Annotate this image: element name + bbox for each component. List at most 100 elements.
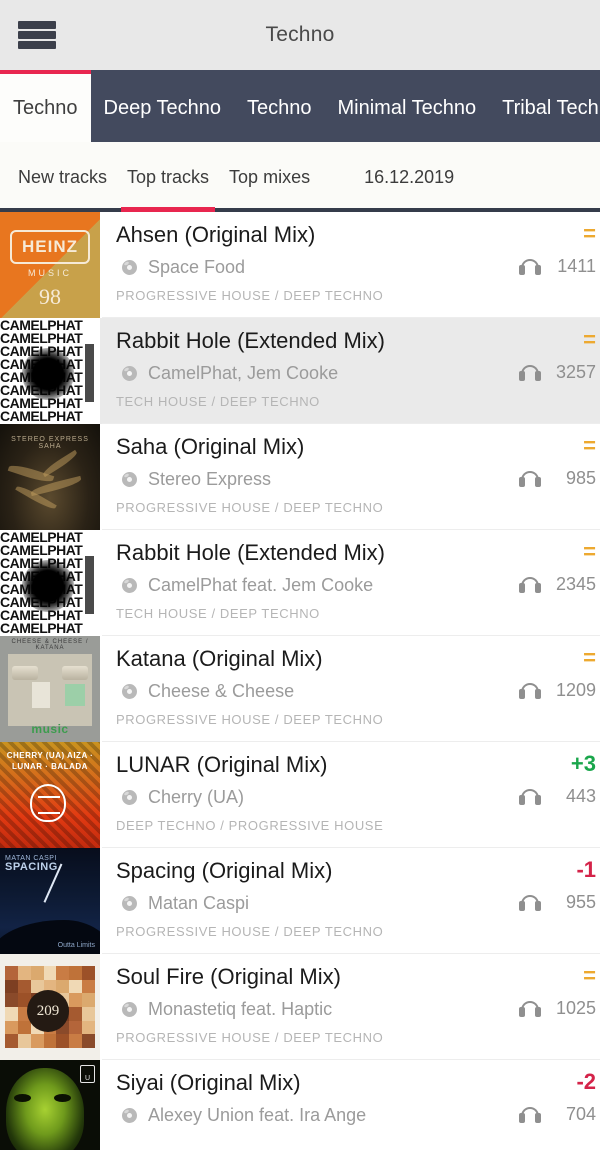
track-info: Soul Fire (Original Mix) Monastetiq feat… xyxy=(100,954,492,1060)
album-art-saha[interactable]: STEREO EXPRESS SAHA xyxy=(0,424,100,530)
album-art-camelphat[interactable]: CAMELPHAT CAMELPHAT CAMELPHAT CAMELPHAT … xyxy=(0,318,100,424)
track-info: Spacing (Original Mix) Matan Caspi PROGR… xyxy=(100,848,492,954)
track-artist[interactable]: Alexey Union feat. Ira Ange xyxy=(148,1105,366,1126)
play-count: 985 xyxy=(565,468,596,488)
track-title[interactable]: Ahsen (Original Mix) xyxy=(116,220,492,250)
subnav-new-tracks[interactable]: New tracks xyxy=(8,142,117,212)
album-art-lunar[interactable]: CHERRY (UA) AIZA · LUNAR · BALADA xyxy=(0,742,100,848)
track-row[interactable]: CAMELPHAT CAMELPHAT CAMELPHAT CAMELPHAT … xyxy=(0,318,600,424)
vinyl-disc-icon xyxy=(122,1001,137,1017)
track-title[interactable]: Soul Fire (Original Mix) xyxy=(116,962,492,992)
vinyl-disc-icon xyxy=(122,365,137,381)
album-art-label-logo: U xyxy=(80,1065,95,1083)
rank-delta-badge: = xyxy=(583,221,596,246)
track-genre: DEEP TECHNO / PROGRESSIVE HOUSE xyxy=(116,818,384,833)
track-title[interactable]: Spacing (Original Mix) xyxy=(116,856,492,886)
track-row[interactable]: 209 Soul Fire (Original Mix) Monastetiq … xyxy=(0,954,600,1060)
track-genre: TECH HOUSE / DEEP TECHNO xyxy=(116,606,320,621)
track-artist-row: Cherry (UA) xyxy=(116,785,492,809)
track-artist[interactable]: Space Food xyxy=(148,257,245,278)
tab-techno[interactable]: Techno xyxy=(234,70,325,142)
headphones-icon xyxy=(519,258,541,275)
tab-deep-techno[interactable]: Deep Techno xyxy=(91,70,235,142)
tab-tribal-techno[interactable]: Tribal Techno xyxy=(489,70,600,142)
track-row[interactable]: CHEESE & CHEESE / KATANA music Katana (O… xyxy=(0,636,600,742)
track-meta: -1 955 xyxy=(492,848,600,954)
track-genre: PROGRESSIVE HOUSE / DEEP TECHNO xyxy=(116,1030,384,1045)
track-list: HEINZ MUSIC 98 Ahsen (Original Mix) Spac… xyxy=(0,212,600,1150)
track-meta: -2 704 xyxy=(492,1060,600,1150)
track-row[interactable]: STEREO EXPRESS SAHA Saha (Original Mix) … xyxy=(0,424,600,530)
track-meta: = 1025 xyxy=(492,954,600,1060)
track-info: Katana (Original Mix) Cheese & Cheese PR… xyxy=(100,636,492,742)
play-count-group: 2345 xyxy=(519,574,596,595)
track-title[interactable]: Saha (Original Mix) xyxy=(116,432,492,462)
vinyl-disc-icon xyxy=(122,683,137,699)
track-artist[interactable]: CamelPhat feat. Jem Cooke xyxy=(148,575,373,596)
track-genre: TECH HOUSE / DEEP TECHNO xyxy=(116,394,320,409)
vinyl-disc-icon xyxy=(122,577,137,593)
track-artist-row: Matan Caspi xyxy=(116,891,492,915)
play-count: 1209 xyxy=(555,680,596,700)
tab-minimal-techno[interactable]: Minimal Techno xyxy=(325,70,490,142)
hamburger-menu-icon[interactable] xyxy=(18,18,58,52)
play-count-group: 443 xyxy=(519,786,596,807)
track-title[interactable]: LUNAR (Original Mix) xyxy=(116,750,492,780)
track-title[interactable]: Katana (Original Mix) xyxy=(116,644,492,674)
album-art-spacing[interactable]: MATAN CASPI SPACING Outta Limits xyxy=(0,848,100,954)
headphones-icon xyxy=(519,1106,541,1123)
track-title[interactable]: Siyai (Original Mix) xyxy=(116,1068,492,1098)
track-row[interactable]: HEINZ MUSIC 98 Ahsen (Original Mix) Spac… xyxy=(0,212,600,318)
track-meta: = 3257 xyxy=(492,318,600,424)
play-count: 955 xyxy=(565,892,596,912)
subnav-top-tracks[interactable]: Top tracks xyxy=(117,142,219,212)
genre-tab-strip[interactable]: Techno Deep Techno Techno Minimal Techno… xyxy=(0,70,600,142)
rank-delta-badge: = xyxy=(583,539,596,564)
play-count: 2345 xyxy=(555,574,596,594)
play-count: 704 xyxy=(565,1104,596,1124)
subnav-top-mixes[interactable]: Top mixes xyxy=(219,142,320,212)
headphones-icon xyxy=(519,470,541,487)
tab-techno-active[interactable]: Techno xyxy=(0,70,91,142)
play-count-group: 955 xyxy=(519,892,596,913)
album-art-katana[interactable]: CHEESE & CHEESE / KATANA music xyxy=(0,636,100,742)
track-meta: = 2345 xyxy=(492,530,600,636)
sub-navigation: New tracks Top tracks Top mixes 16.12.20… xyxy=(0,142,600,212)
album-art-burst xyxy=(22,560,74,612)
album-art-camelphat[interactable]: CAMELPHAT CAMELPHAT CAMELPHAT CAMELPHAT … xyxy=(0,530,100,636)
track-row[interactable]: CAMELPHAT CAMELPHAT CAMELPHAT CAMELPHAT … xyxy=(0,530,600,636)
play-count-group: 704 xyxy=(519,1104,596,1125)
track-info: Rabbit Hole (Extended Mix) CamelPhat fea… xyxy=(100,530,492,636)
track-artist-row: CamelPhat feat. Jem Cooke xyxy=(116,573,492,597)
page-title: Techno xyxy=(265,23,335,46)
vinyl-disc-icon xyxy=(122,471,137,487)
album-art-caption: STEREO EXPRESS SAHA xyxy=(11,436,89,450)
track-artist[interactable]: Stereo Express xyxy=(148,469,271,490)
track-title[interactable]: Rabbit Hole (Extended Mix) xyxy=(116,326,492,356)
track-title[interactable]: Rabbit Hole (Extended Mix) xyxy=(116,538,492,568)
album-art-face-graphic xyxy=(6,1068,84,1150)
album-art-brand: HEINZ xyxy=(10,230,90,264)
album-art-heinz-music-98[interactable]: HEINZ MUSIC 98 xyxy=(0,212,100,318)
track-artist[interactable]: Cherry (UA) xyxy=(148,787,244,808)
track-genre: PROGRESSIVE HOUSE / DEEP TECHNO xyxy=(116,924,384,939)
rank-delta-badge: +3 xyxy=(570,751,596,776)
track-artist[interactable]: Monastetiq feat. Haptic xyxy=(148,999,332,1020)
track-artist[interactable]: Cheese & Cheese xyxy=(148,681,294,702)
album-art-stripe xyxy=(85,556,94,614)
album-art-209[interactable]: 209 xyxy=(0,954,100,1060)
track-row[interactable]: U Siyai (Original Mix) Alexey Union feat… xyxy=(0,1060,600,1150)
album-art-burst xyxy=(22,348,74,400)
rank-delta-badge: = xyxy=(583,963,596,988)
track-genre: PROGRESSIVE HOUSE / DEEP TECHNO xyxy=(116,500,384,515)
app-header: Techno xyxy=(0,0,600,70)
album-art-label: Outta Limits xyxy=(57,942,95,949)
track-artist-row: Alexey Union feat. Ira Ange xyxy=(116,1103,492,1127)
track-row[interactable]: CHERRY (UA) AIZA · LUNAR · BALADA LUNAR … xyxy=(0,742,600,848)
album-art-siyai[interactable]: U xyxy=(0,1060,100,1150)
track-artist[interactable]: Matan Caspi xyxy=(148,893,249,914)
track-row[interactable]: MATAN CASPI SPACING Outta Limits Spacing… xyxy=(0,848,600,954)
track-artist[interactable]: CamelPhat, Jem Cooke xyxy=(148,363,338,384)
track-artist-row: Space Food xyxy=(116,255,492,279)
track-artist-row: CamelPhat, Jem Cooke xyxy=(116,361,492,385)
